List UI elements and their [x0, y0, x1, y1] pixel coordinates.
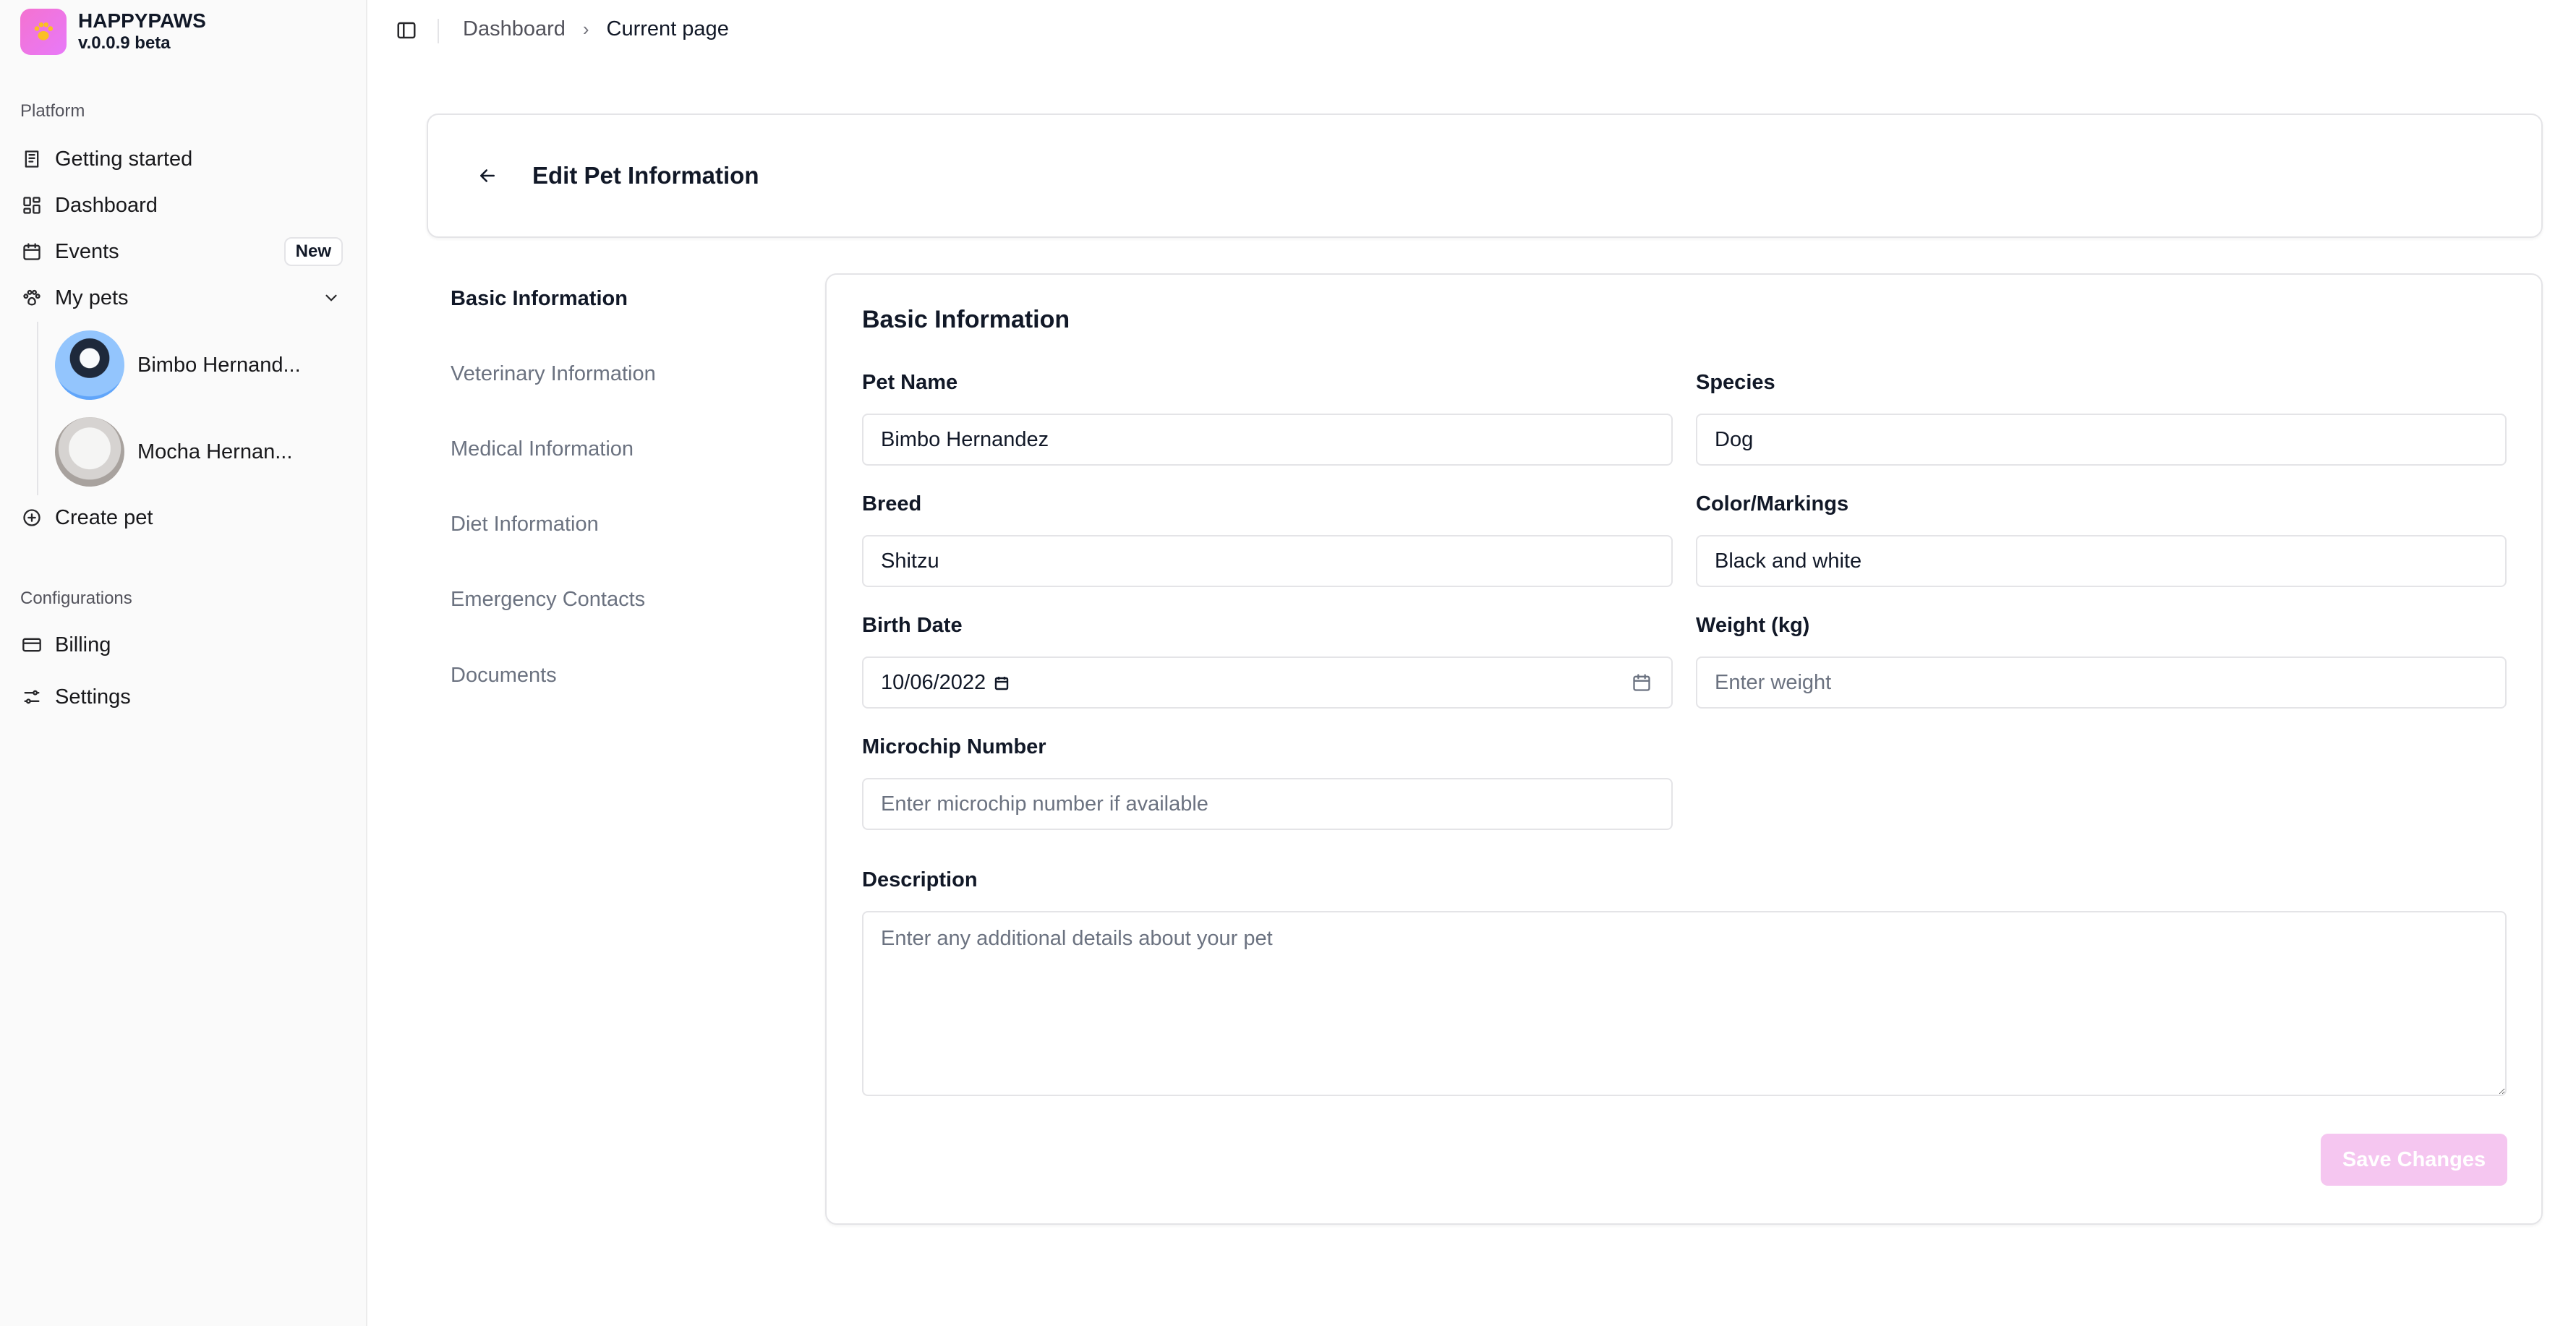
breed-input[interactable] [862, 535, 1673, 587]
sidebar: HAPPYPAWS v.0.0.9 beta Platform Getting … [0, 0, 367, 1326]
birth-date-label: Birth Date [862, 614, 963, 637]
app-logo [20, 9, 67, 55]
description-textarea[interactable] [862, 911, 2507, 1096]
tab-medical-information[interactable]: Medical Information [451, 437, 634, 461]
tab-veterinary-information[interactable]: Veterinary Information [451, 362, 656, 386]
book-icon [20, 147, 43, 171]
pet-avatar [55, 417, 124, 487]
paw-logo-icon [34, 22, 54, 40]
tab-basic-information[interactable]: Basic Information [451, 287, 628, 311]
basic-information-form: Basic Information Pet Name Species Breed… [825, 273, 2543, 1225]
species-label: Species [1696, 371, 1775, 394]
pet-name-label: Pet Name [862, 371, 958, 394]
pets-tree-line [37, 322, 38, 495]
microchip-input[interactable] [862, 778, 1673, 830]
sidebar-item-events[interactable]: Events New [20, 231, 343, 272]
back-button[interactable] [473, 161, 502, 190]
brand[interactable]: HAPPYPAWS v.0.0.9 beta [20, 9, 206, 55]
calendar-icon[interactable] [1629, 670, 1654, 695]
sidebar-item-label: My pets [55, 286, 129, 309]
save-changes-button[interactable]: Save Changes [2321, 1134, 2507, 1186]
breadcrumb-dashboard-link[interactable]: Dashboard [463, 17, 566, 41]
description-label: Description [862, 868, 978, 891]
topbar-divider [438, 19, 439, 43]
form-title: Basic Information [862, 306, 1070, 333]
sidebar-item-label: Getting started [55, 147, 193, 171]
breed-label: Breed [862, 492, 922, 516]
settings-sliders-icon [20, 685, 43, 709]
chevron-right-icon: › [582, 18, 589, 40]
tab-diet-information[interactable]: Diet Information [451, 513, 599, 536]
configurations-section-label: Configurations [20, 589, 132, 608]
sidebar-item-label: Events [55, 239, 119, 263]
page-title: Edit Pet Information [532, 162, 759, 189]
new-badge: New [283, 237, 343, 266]
species-input[interactable] [1696, 414, 2507, 466]
app-version: v.0.0.9 beta [78, 33, 171, 53]
sidebar-item-settings[interactable]: Settings [20, 677, 343, 717]
paw-icon [20, 286, 43, 309]
calendar-picker-icon[interactable] [993, 674, 1010, 691]
calendar-icon [20, 240, 43, 263]
pet-item-mocha[interactable]: Mocha Hernan... [55, 416, 344, 488]
birth-date-input[interactable]: 10/06/2022 [862, 656, 1673, 709]
color-markings-input[interactable] [1696, 535, 2507, 587]
birth-date-value: 10/06/2022 [881, 670, 986, 694]
tab-documents[interactable]: Documents [451, 664, 557, 688]
sidebar-item-billing[interactable]: Billing [20, 625, 343, 665]
weight-input[interactable] [1696, 656, 2507, 709]
color-markings-label: Color/Markings [1696, 492, 1849, 516]
sidebar-item-label: Settings [55, 685, 131, 709]
sidebar-item-label: Billing [55, 633, 111, 656]
pet-name-input[interactable] [862, 414, 1673, 466]
breadcrumb: Dashboard › Current page [463, 17, 729, 41]
sidebar-item-my-pets[interactable]: My pets [20, 278, 343, 318]
pet-item-bimbo[interactable]: Bimbo Hernand... [55, 329, 344, 401]
platform-section-label: Platform [20, 101, 85, 121]
tab-emergency-contacts[interactable]: Emergency Contacts [451, 588, 645, 612]
microchip-label: Microchip Number [862, 735, 1046, 758]
create-pet-label: Create pet [55, 505, 153, 529]
sidebar-item-label: Dashboard [55, 193, 158, 217]
breadcrumb-current: Current page [606, 17, 729, 40]
pet-name: Bimbo Hernand... [137, 353, 301, 377]
page-header-card: Edit Pet Information [427, 114, 2543, 238]
plus-circle-icon [20, 506, 43, 529]
weight-label: Weight (kg) [1696, 614, 1810, 637]
sidebar-item-getting-started[interactable]: Getting started [20, 139, 343, 179]
sidebar-toggle-button[interactable] [393, 17, 419, 43]
app-name: HAPPYPAWS [78, 9, 206, 32]
arrow-left-icon [480, 169, 495, 182]
chevron-down-icon[interactable] [320, 286, 343, 309]
credit-card-icon [20, 633, 43, 656]
pet-avatar [55, 330, 124, 400]
create-pet-button[interactable]: Create pet [20, 497, 343, 538]
panel-left-icon [397, 22, 416, 39]
dashboard-icon [20, 194, 43, 217]
pet-name: Mocha Hernan... [137, 440, 293, 463]
sidebar-item-dashboard[interactable]: Dashboard [20, 185, 343, 226]
